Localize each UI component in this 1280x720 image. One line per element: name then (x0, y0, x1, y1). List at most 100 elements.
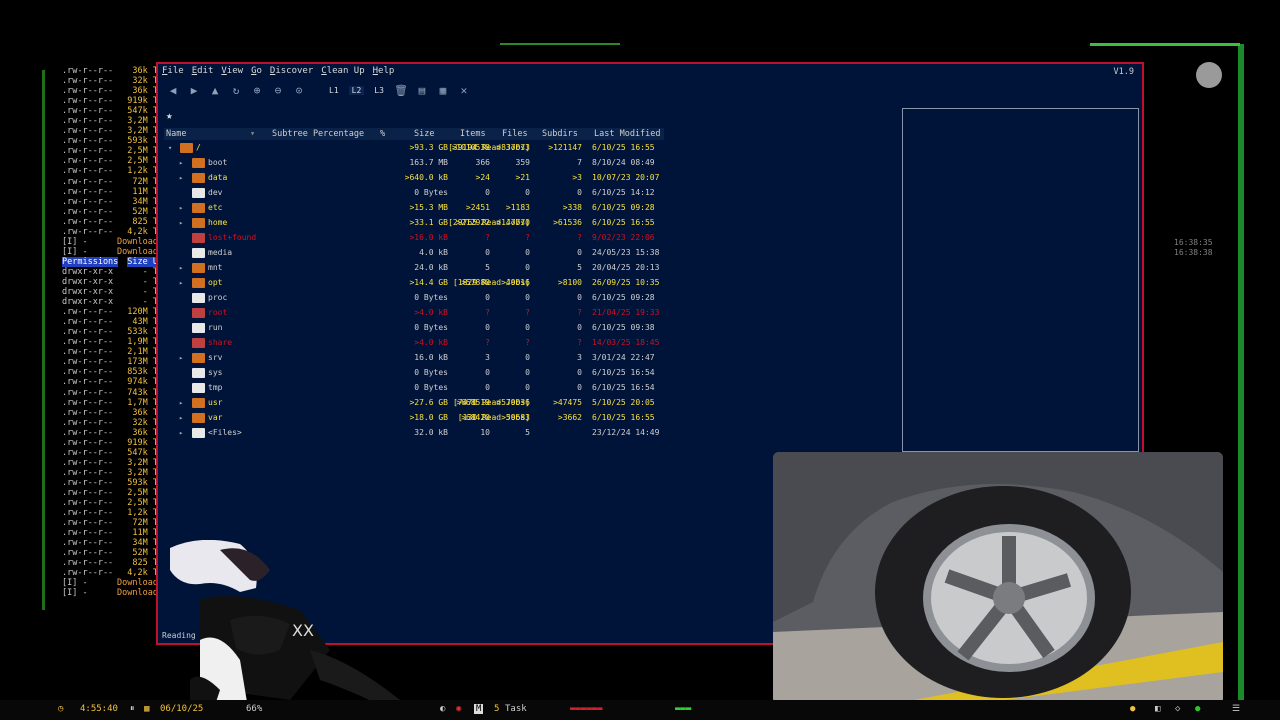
menu-item[interactable]: File (162, 66, 184, 80)
tree-row[interactable]: share >4.0 kB??? 14/03/25 18:45 (164, 336, 664, 351)
col-files[interactable]: Files (502, 129, 528, 139)
row-name: sys (208, 368, 223, 377)
col-percent[interactable]: % (380, 129, 385, 139)
row-name: root (208, 308, 228, 317)
pause-icon[interactable]: ⏸ (130, 704, 135, 714)
zoom-reset-icon[interactable]: ⊙ (292, 83, 306, 97)
zoom-in-icon[interactable]: ⊕ (250, 83, 264, 97)
vtuber-avatar: XX (170, 540, 400, 720)
menu-item[interactable]: Edit (192, 66, 214, 80)
tree-row[interactable]: proc 0 Bytes 0 0 0 6/10/25 09:28 (164, 291, 664, 306)
row-modified: 24/05/23 15:38 (592, 248, 660, 257)
menu-item[interactable]: View (221, 66, 243, 80)
tree-row[interactable]: ▸ home [29765 Read Jobs] >33.1 GB >212922 >14… (164, 216, 664, 231)
terminal-perm: .rw-r--r-- (62, 518, 114, 529)
terminal-perm: .rw-r--r-- (62, 146, 114, 157)
row-modified: 6/10/25 16:54 (592, 383, 655, 392)
tray-icon-3[interactable]: ◇ (1175, 704, 1180, 714)
tree-row[interactable]: ▾ / [39194 Read Jobs] >93.3 GB >1010538 >8370… (164, 141, 664, 156)
col-subdirs[interactable]: Subdirs (542, 129, 578, 139)
expand-icon[interactable]: ▸ (179, 399, 183, 407)
task-label[interactable]: Task (505, 704, 527, 714)
expand-icon[interactable]: ▸ (179, 174, 183, 182)
collapse-icon[interactable]: ▾ (168, 144, 172, 152)
expand-icon[interactable]: ▸ (179, 204, 183, 212)
green-frame-left (42, 70, 45, 610)
tree-row[interactable]: media 4.0 kB 0 0 0 24/05/23 15:38 (164, 246, 664, 261)
col-size[interactable]: Size (414, 129, 434, 139)
level-2-button[interactable]: L2 (348, 85, 365, 95)
menu-item[interactable]: Go (251, 66, 262, 80)
terminal-perm: .rw-r--r-- (62, 367, 114, 378)
menu-item[interactable]: Clean Up (321, 66, 364, 80)
open-file-manager-icon[interactable]: ▦ (436, 83, 450, 97)
tree-row[interactable]: ▸ etc >15.3 MB >2451 >1183 >338 6/10/25 09:28 (164, 201, 664, 216)
row-modified: 8/10/24 08:49 (592, 158, 655, 167)
workspace-number[interactable]: 5 (494, 704, 499, 714)
expand-icon[interactable]: ▸ (179, 414, 183, 422)
terminal-size: 825 T (132, 558, 158, 569)
tree-row[interactable]: root >4.0 kB??? 21/04/25 19:33 (164, 306, 664, 321)
tree-row[interactable]: ▸ usr [7470 Read Jobs] >27.6 GB >668519 >5790… (164, 396, 664, 411)
expand-icon[interactable]: ▸ (179, 264, 183, 272)
level-1-button[interactable]: L1 (326, 86, 342, 95)
expand-icon[interactable]: ▸ (179, 429, 183, 437)
tree-row[interactable]: ▸ opt [1829 Read Jobs] >14.4 GB >57880 >49016… (164, 276, 664, 291)
cpu-bars-icon: ▬▬▬▬▬▬ (570, 704, 603, 714)
back-icon[interactable]: ◀ (166, 83, 180, 97)
expand-icon[interactable]: ▸ (179, 279, 183, 287)
gmail-icon[interactable]: M (474, 704, 484, 714)
menu-item[interactable]: Help (373, 66, 395, 80)
row-items: 0 (485, 368, 490, 377)
record-icon[interactable]: ◉ (456, 704, 461, 714)
tree-row[interactable]: ▸ var [130 Read Jobs] >18.0 GB >68420 >59683 >… (164, 411, 664, 426)
close-icon[interactable]: ✕ (457, 83, 471, 97)
tree-row[interactable]: lost+found >16.0 kB??? 9/02/23 22:06 (164, 231, 664, 246)
terminal-line: .rw-r--r-- 2,5M T (62, 488, 158, 498)
forward-icon[interactable]: ▶ (187, 83, 201, 97)
expand-icon[interactable]: ▸ (179, 354, 183, 362)
tree-row[interactable]: ▸ srv 16.0 kB 3 0 3 3/01/24 22:47 (164, 351, 664, 366)
terminal-perm: .rw-r--r-- (62, 508, 114, 519)
tree-row[interactable]: ▸ boot 163.7 MB 366 359 7 8/10/24 08:49 (164, 156, 664, 171)
tree-row[interactable]: tmp 0 Bytes 0 0 0 6/10/25 16:54 (164, 381, 664, 396)
refresh-icon[interactable]: ↻ (229, 83, 243, 97)
background-terminal: .rw-r--r-- 36k T .rw-r--r-- 32k T .rw-r--r--… (62, 66, 158, 598)
row-size: >640.0 kB (404, 173, 448, 182)
row-subdirs: >47475 (553, 398, 582, 407)
row-name: var (208, 413, 223, 422)
app-icon[interactable]: ◐ (440, 704, 445, 714)
col-modified[interactable]: Last Modified (594, 129, 661, 139)
expand-icon[interactable]: ▸ (179, 219, 183, 227)
terminal-line: .rw-r--r-- 593k T (62, 136, 158, 146)
col-name[interactable]: Name (166, 129, 186, 139)
trash-icon[interactable]: 🗑 (394, 83, 408, 97)
col-subtree[interactable]: Subtree Percentage (272, 129, 364, 139)
row-subdirs: >338 (562, 203, 582, 212)
menu-icon[interactable]: ☰ (1232, 704, 1240, 714)
zoom-out-icon[interactable]: ⊖ (271, 83, 285, 97)
terminal-line: .rw-r--r-- 919k T (62, 438, 158, 448)
tree-row[interactable]: ▸ mnt 24.0 kB 5 0 5 20/04/25 20:13 (164, 261, 664, 276)
row-files: 0 (525, 293, 530, 302)
terminal-perm: .rw-r--r-- (62, 307, 114, 318)
row-subdirs: 3 (577, 353, 582, 362)
tree-row[interactable]: ▸ data >640.0 kB >24 >21 >3 10/07/23 20:07 (164, 171, 664, 186)
tree-row[interactable]: dev 0 Bytes 0 0 0 6/10/25 14:12 (164, 186, 664, 201)
col-items[interactable]: Items (460, 129, 486, 139)
row-files: ? (525, 338, 530, 347)
bookmark-star-icon[interactable]: ★ (166, 109, 173, 122)
up-icon[interactable]: ▲ (208, 83, 222, 97)
tray-icon-4[interactable]: ● (1195, 704, 1200, 714)
tray-icon-2[interactable]: ◧ (1155, 704, 1160, 714)
tree-row[interactable]: run 0 Bytes 0 0 0 6/10/25 09:38 (164, 321, 664, 336)
terminal-line: drwxr-xr-x - T (62, 277, 158, 287)
tray-icon-1[interactable]: ● (1130, 704, 1135, 714)
terminal-perm: .rw-r--r-- (62, 407, 114, 418)
expand-icon[interactable]: ▸ (179, 159, 183, 167)
tree-row[interactable]: sys 0 Bytes 0 0 0 6/10/25 16:54 (164, 366, 664, 381)
menu-item[interactable]: Discover (270, 66, 313, 80)
tree-row[interactable]: ▸ <Files> 32.0 kB 10 5 23/12/24 14:49 (164, 426, 664, 441)
open-terminal-icon[interactable]: ▤ (415, 83, 429, 97)
level-3-button[interactable]: L3 (371, 86, 387, 95)
